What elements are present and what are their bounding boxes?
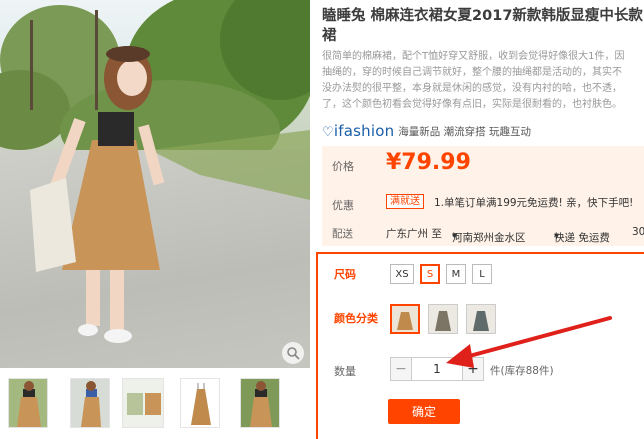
size-option-m[interactable]: M <box>446 264 466 284</box>
size-option-s[interactable]: S <box>420 264 440 284</box>
image-model-figure <box>30 46 310 343</box>
promo-badge[interactable]: 满就送 <box>386 194 424 209</box>
color-option-2[interactable] <box>428 304 458 334</box>
promo-text: 1.单笔订单满199元免运费! 亲，快下手吧! <box>434 197 634 209</box>
brand-tags: 海量新品 潮流穿搭 玩趣互动 <box>398 125 531 138</box>
promo-label: 优惠 <box>332 199 354 212</box>
quantity-increase-button[interactable]: + <box>462 357 484 381</box>
color-label: 颜色分类 <box>334 312 378 325</box>
chevron-down-icon: ▾ <box>452 230 458 242</box>
stock-text: 件(库存88件) <box>490 365 554 377</box>
chevron-down-icon: ▾ <box>554 230 560 242</box>
thumbnail-5[interactable] <box>240 378 280 428</box>
thumbnail-3[interactable] <box>122 378 164 428</box>
color-option-1[interactable] <box>390 304 420 334</box>
thumbnail-2[interactable] <box>70 378 110 428</box>
ship-to-text: 河南郑州金水区 <box>452 232 526 244</box>
ship-from: 广东广州 至 <box>386 228 442 240</box>
thumbnail-strip <box>0 372 310 439</box>
description-line-3: 没办法熨的很平整，本身就是休闲的感觉，没有内衬的哈，也不透， <box>322 83 622 94</box>
price-value: ¥79.99 <box>386 150 471 175</box>
product-description: 很简单的棉麻裙，配个T恤好穿又舒服，收到会觉得好像很大1件，因 抽绳的，穿的时候… <box>322 49 644 113</box>
thumbnail-1[interactable] <box>8 378 48 428</box>
sku-selector-panel: 尺码 XS S M L 颜色分类 数量 − 1 + 件(库存88件) 确定 <box>316 252 644 439</box>
promo-row: 优惠 <box>332 197 354 213</box>
size-option-xs[interactable]: XS <box>390 264 414 284</box>
size-label: 尺码 <box>334 268 356 281</box>
shipping-row: 配送 广东广州 至 河南郑州金水区 ▾ 快递 免运费 ▾ 30 <box>322 222 644 244</box>
ifashion-logo-text: ifashion <box>333 122 395 140</box>
color-option-3[interactable] <box>466 304 496 334</box>
size-option-l[interactable]: L <box>472 264 492 284</box>
ship-method-text: 快递 免运费 <box>554 232 610 244</box>
product-title: 瞌睡兔 棉麻连衣裙女夏2017新款韩版显瘦中长款 <box>322 8 643 24</box>
brand-row: ♡ifashion 海量新品 潮流穿搭 玩趣互动 <box>322 120 531 142</box>
ifashion-heart-icon: ♡ <box>322 125 334 140</box>
product-title-line2: 裙 <box>322 28 337 44</box>
quantity-input[interactable]: 1 <box>412 357 462 381</box>
quantity-decrease-button[interactable]: − <box>390 357 412 381</box>
ship-extra: 30 <box>632 226 644 238</box>
magnifier-icon[interactable] <box>282 342 304 364</box>
thumbnail-4[interactable] <box>180 378 220 428</box>
description-line-4: 了，这个颜色初看会觉得好像有点旧，实际是很耐看的，也衬肤色。 <box>322 99 622 110</box>
quantity-label: 数量 <box>334 365 356 378</box>
ifashion-logo[interactable]: ♡ifashion <box>322 122 394 140</box>
main-product-image[interactable] <box>0 0 310 368</box>
price-row: 价格 <box>332 158 354 174</box>
ship-label: 配送 <box>332 228 353 240</box>
confirm-button[interactable]: 确定 <box>388 399 460 424</box>
description-line-1: 很简单的棉麻裙，配个T恤好穿又舒服，收到会觉得好像很大1件，因 <box>322 51 625 62</box>
price-label: 价格 <box>332 160 354 173</box>
description-line-2: 抽绳的，穿的时候自己调节就好，整个腰的抽绳都是活动的，其实不 <box>322 67 622 78</box>
